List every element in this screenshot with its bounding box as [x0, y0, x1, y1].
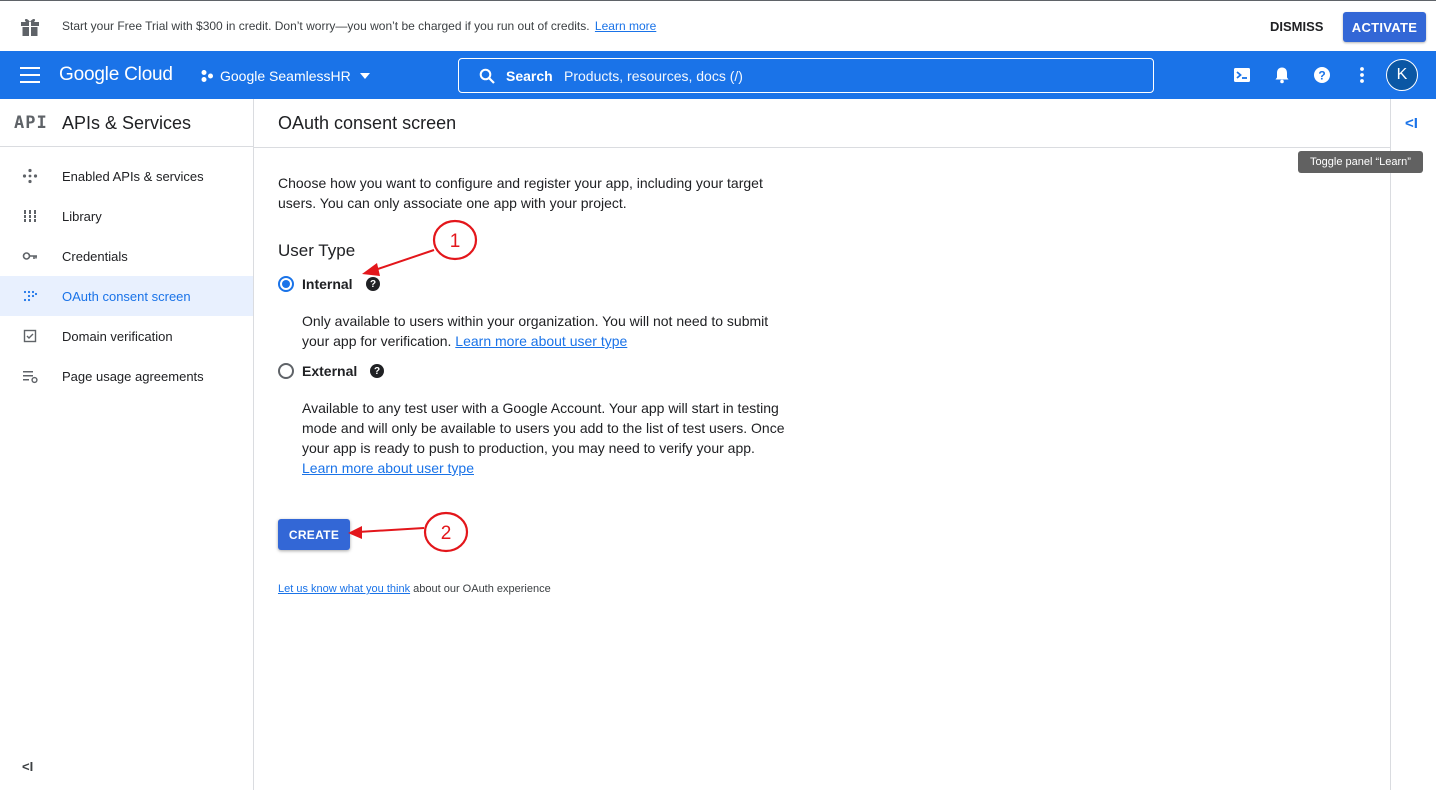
search-input[interactable]: Products, resources, docs (/)	[564, 68, 743, 84]
external-radio[interactable]	[278, 363, 294, 379]
banner-learn-more-link[interactable]: Learn more	[595, 19, 656, 33]
external-description: Available to any test user with a Google…	[302, 398, 792, 478]
trial-banner: Start your Free Trial with $300 in credi…	[0, 0, 1436, 51]
user-type-heading: User Type	[278, 241, 356, 260]
create-button[interactable]: CREATE	[278, 519, 350, 550]
learn-panel-rail: <I	[1390, 99, 1436, 790]
search-bar[interactable]: Search Products, resources, docs (/)	[458, 58, 1154, 93]
internal-description: Only available to users within your orga…	[302, 311, 792, 351]
sidebar: API APIs & Services Enabled APIs & servi…	[0, 99, 254, 790]
help-icon[interactable]: ?	[1312, 65, 1332, 85]
google-cloud-logo[interactable]: Google Cloud	[59, 64, 173, 86]
page-header: OAuth consent screen	[254, 99, 1390, 148]
tooltip: Toggle panel “Learn”	[1298, 151, 1423, 173]
page-title: OAuth consent screen	[278, 113, 457, 133]
sidebar-header: API APIs & Services	[0, 99, 253, 147]
search-label: Search	[506, 68, 553, 84]
internal-learn-more-link[interactable]: Learn more about user type	[455, 333, 627, 349]
list-settings-icon	[23, 371, 38, 384]
top-app-bar: Google Cloud Google SeamlessHR Search Pr…	[0, 51, 1436, 99]
sidebar-item-library[interactable]: Library	[0, 196, 253, 236]
checkbox-icon	[23, 329, 37, 343]
project-name: Google SeamlessHR	[220, 68, 351, 84]
sidebar-title: APIs & Services	[62, 113, 192, 133]
feedback-text: about our OAuth experience	[410, 583, 551, 595]
sidebar-item-label: Credentials	[62, 249, 128, 264]
sidebar-item-label: Library	[62, 209, 102, 224]
project-icon	[201, 70, 213, 82]
avatar[interactable]: K	[1386, 59, 1418, 91]
external-learn-more-link[interactable]: Learn more about user type	[302, 460, 474, 476]
toggle-learn-panel-button[interactable]: <I	[1405, 115, 1418, 132]
sidebar-item-credentials[interactable]: Credentials	[0, 236, 253, 276]
banner-text: Start your Free Trial with $300 in credi…	[62, 19, 590, 33]
svg-text:?: ?	[1318, 69, 1325, 83]
internal-label[interactable]: Internal	[302, 276, 353, 292]
external-label[interactable]: External	[302, 363, 357, 379]
terminal-icon[interactable]	[1232, 65, 1252, 85]
chevron-down-icon	[359, 73, 370, 79]
internal-radio[interactable]	[278, 276, 294, 292]
more-vert-icon[interactable]	[1352, 65, 1372, 85]
bell-icon[interactable]	[1272, 65, 1292, 85]
dots-grid-icon	[23, 290, 38, 302]
key-icon	[22, 252, 37, 260]
intro-text: Choose how you want to configure and reg…	[278, 175, 763, 211]
sidebar-item-label: Enabled APIs & services	[62, 169, 204, 184]
search-icon	[479, 68, 495, 84]
sidebar-item-label: OAuth consent screen	[62, 289, 191, 304]
sidebar-nav: Enabled APIs & services Library Credenti…	[0, 156, 253, 396]
activate-button[interactable]: ACTIVATE	[1343, 12, 1426, 42]
external-description-text: Available to any test user with a Google…	[302, 400, 785, 456]
menu-icon[interactable]	[20, 66, 40, 84]
diamond-arrows-icon	[22, 168, 38, 184]
collapse-sidebar-button[interactable]: <I	[22, 759, 33, 774]
dismiss-button[interactable]: DISMISS	[1262, 17, 1331, 36]
main-content: OAuth consent screen Choose how you want…	[254, 99, 1390, 790]
sidebar-item-page-usage-agreements[interactable]: Page usage agreements	[0, 356, 253, 396]
sidebar-item-label: Page usage agreements	[62, 369, 204, 384]
feedback-line: Let us know what you think about our OAu…	[278, 583, 551, 595]
api-logo: API	[14, 113, 48, 133]
feedback-link[interactable]: Let us know what you think	[278, 583, 410, 595]
help-icon[interactable]: ?	[370, 364, 384, 378]
gift-icon	[21, 18, 39, 36]
help-icon[interactable]: ?	[366, 277, 380, 291]
library-icon	[23, 210, 37, 222]
sidebar-item-enabled-apis[interactable]: Enabled APIs & services	[0, 156, 253, 196]
sidebar-item-domain-verification[interactable]: Domain verification	[0, 316, 253, 356]
project-picker[interactable]: Google SeamlessHR	[200, 65, 371, 87]
sidebar-item-label: Domain verification	[62, 329, 173, 344]
sidebar-item-oauth-consent-screen[interactable]: OAuth consent screen	[0, 276, 253, 316]
banner-message: Start your Free Trial with $300 in credi…	[62, 19, 656, 33]
